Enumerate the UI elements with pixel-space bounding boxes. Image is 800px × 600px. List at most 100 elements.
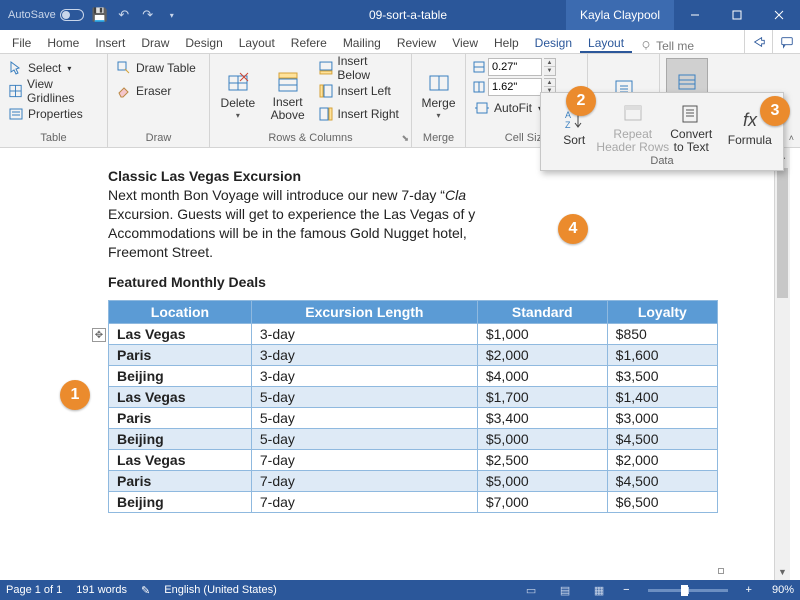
- account-name[interactable]: Kayla Claypool: [566, 0, 674, 30]
- tab-home[interactable]: Home: [39, 32, 87, 53]
- document-page[interactable]: Classic Las Vegas Excursion Next month B…: [32, 148, 774, 580]
- save-icon[interactable]: 💾: [92, 7, 108, 23]
- table-cell[interactable]: Las Vegas: [109, 386, 252, 407]
- table-resize-handle[interactable]: [718, 568, 724, 574]
- insert-below-button[interactable]: Insert Below: [316, 58, 405, 78]
- table-cell[interactable]: $3,000: [607, 407, 717, 428]
- table-cell[interactable]: Beijing: [109, 428, 252, 449]
- convert-to-text-button[interactable]: Convert to Text: [663, 97, 719, 155]
- table-row[interactable]: Paris5-day$3,400$3,000: [109, 407, 718, 428]
- qat-customize-icon[interactable]: ▾: [164, 7, 180, 23]
- spinner-icon[interactable]: ▲▼: [544, 58, 556, 76]
- proofing-icon[interactable]: ✎: [141, 584, 150, 597]
- table-cell[interactable]: $2,500: [477, 449, 607, 470]
- insert-above-button[interactable]: Insert Above: [266, 58, 310, 130]
- table-cell[interactable]: $6,500: [607, 491, 717, 512]
- table-row[interactable]: Beijing7-day$7,000$6,500: [109, 491, 718, 512]
- merge-button[interactable]: Merge▾: [418, 58, 459, 130]
- tell-me-search[interactable]: Tell me: [632, 39, 702, 53]
- insert-right-button[interactable]: Insert Right: [316, 104, 405, 124]
- view-gridlines-button[interactable]: View Gridlines: [6, 81, 101, 101]
- table-cell[interactable]: $4,500: [607, 470, 717, 491]
- redo-icon[interactable]: ↷: [140, 7, 156, 23]
- tab-help[interactable]: Help: [486, 32, 527, 53]
- table-cell[interactable]: Beijing: [109, 365, 252, 386]
- collapse-ribbon-button[interactable]: ˄: [789, 133, 794, 143]
- tab-table-layout[interactable]: Layout: [580, 32, 632, 53]
- table-cell[interactable]: 5-day: [251, 428, 477, 449]
- table-row[interactable]: Paris3-day$2,000$1,600: [109, 344, 718, 365]
- deals-table[interactable]: Location Excursion Length Standard Loyal…: [108, 300, 718, 513]
- table-cell[interactable]: Paris: [109, 407, 252, 428]
- tab-mailings[interactable]: Mailing: [335, 32, 389, 53]
- insert-left-button[interactable]: Insert Left: [316, 81, 405, 101]
- table-row[interactable]: Beijing3-day$4,000$3,500: [109, 365, 718, 386]
- table-cell[interactable]: 3-day: [251, 365, 477, 386]
- table-cell[interactable]: $1,700: [477, 386, 607, 407]
- table-cell[interactable]: $3,400: [477, 407, 607, 428]
- read-mode-icon[interactable]: ▭: [521, 584, 541, 597]
- table-cell[interactable]: 5-day: [251, 407, 477, 428]
- draw-table-button[interactable]: Draw Table: [114, 58, 198, 78]
- table-cell[interactable]: 7-day: [251, 491, 477, 512]
- share-button[interactable]: [744, 30, 772, 53]
- table-row[interactable]: Las Vegas7-day$2,500$2,000: [109, 449, 718, 470]
- tab-file[interactable]: File: [4, 32, 39, 53]
- table-cell[interactable]: $1,600: [607, 344, 717, 365]
- table-cell[interactable]: $1,400: [607, 386, 717, 407]
- delete-button[interactable]: Delete▾: [216, 58, 260, 130]
- comments-button[interactable]: [772, 30, 800, 53]
- autosave-toggle[interactable]: AutoSave: [8, 9, 84, 21]
- select-button[interactable]: Select▾: [6, 58, 101, 78]
- table-cell[interactable]: $1,000: [477, 323, 607, 344]
- zoom-slider[interactable]: [648, 589, 728, 592]
- tab-table-design[interactable]: Design: [527, 32, 580, 53]
- word-count[interactable]: 191 words: [76, 584, 127, 596]
- table-cell[interactable]: Las Vegas: [109, 449, 252, 470]
- close-button[interactable]: [758, 0, 800, 30]
- table-cell[interactable]: $850: [607, 323, 717, 344]
- table-cell[interactable]: $7,000: [477, 491, 607, 512]
- zoom-in-button[interactable]: +: [746, 584, 752, 596]
- minimize-button[interactable]: [674, 0, 716, 30]
- table-cell[interactable]: $3,500: [607, 365, 717, 386]
- row-height-input[interactable]: ▲▼: [472, 58, 556, 76]
- tab-insert[interactable]: Insert: [87, 32, 133, 53]
- table-cell[interactable]: 3-day: [251, 344, 477, 365]
- tab-view[interactable]: View: [444, 32, 486, 53]
- language-indicator[interactable]: English (United States): [164, 584, 277, 596]
- table-cell[interactable]: $5,000: [477, 470, 607, 491]
- table-cell[interactable]: Las Vegas: [109, 323, 252, 344]
- tab-review[interactable]: Review: [389, 32, 444, 53]
- table-cell[interactable]: $2,000: [477, 344, 607, 365]
- table-row[interactable]: Las Vegas3-day$1,000$850: [109, 323, 718, 344]
- properties-button[interactable]: Properties: [6, 104, 101, 124]
- table-move-handle[interactable]: ✥: [92, 328, 106, 342]
- table-cell[interactable]: 7-day: [251, 470, 477, 491]
- table-cell[interactable]: $4,500: [607, 428, 717, 449]
- tab-draw[interactable]: Draw: [133, 32, 177, 53]
- web-layout-icon[interactable]: ▦: [589, 584, 609, 597]
- tab-layout[interactable]: Layout: [231, 32, 283, 53]
- maximize-button[interactable]: [716, 0, 758, 30]
- table-cell[interactable]: 5-day: [251, 386, 477, 407]
- table-cell[interactable]: $4,000: [477, 365, 607, 386]
- table-cell[interactable]: $2,000: [607, 449, 717, 470]
- table-cell[interactable]: Beijing: [109, 491, 252, 512]
- tab-references[interactable]: Refere: [283, 32, 335, 53]
- undo-icon[interactable]: ↶: [116, 7, 132, 23]
- vertical-scrollbar[interactable]: ▲ ▼: [774, 148, 790, 580]
- scroll-thumb[interactable]: [777, 168, 788, 298]
- zoom-out-button[interactable]: −: [623, 584, 629, 596]
- table-cell[interactable]: 3-day: [251, 323, 477, 344]
- tab-design[interactable]: Design: [177, 32, 230, 53]
- table-row[interactable]: Beijing5-day$5,000$4,500: [109, 428, 718, 449]
- table-cell[interactable]: $5,000: [477, 428, 607, 449]
- scroll-down-icon[interactable]: ▼: [775, 564, 790, 580]
- table-cell[interactable]: 7-day: [251, 449, 477, 470]
- eraser-button[interactable]: Eraser: [114, 81, 198, 101]
- table-cell[interactable]: Paris: [109, 470, 252, 491]
- table-row[interactable]: Paris7-day$5,000$4,500: [109, 470, 718, 491]
- print-layout-icon[interactable]: ▤: [555, 584, 575, 597]
- table-row[interactable]: Las Vegas5-day$1,700$1,400: [109, 386, 718, 407]
